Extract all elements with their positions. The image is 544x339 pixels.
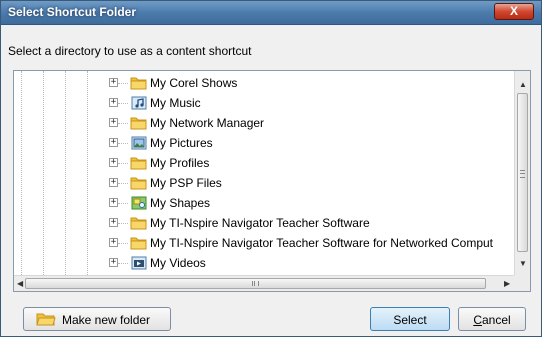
tree-row[interactable]: + My Profiles [14, 153, 514, 173]
make-new-folder-button[interactable]: Make new folder [23, 307, 171, 331]
tree-connector [118, 223, 128, 224]
tree-connector [118, 163, 128, 164]
new-folder-icon [36, 313, 56, 326]
tree-item-label: My Videos [150, 256, 206, 270]
dialog-title: Select Shortcut Folder [8, 5, 137, 19]
expand-icon[interactable]: + [109, 138, 118, 147]
close-icon: X [509, 4, 518, 18]
tree-row[interactable]: + My Corel Shows [14, 73, 514, 93]
tree-item-label: My TI-Nspire Navigator Teacher Software [150, 216, 370, 230]
tree-connector [118, 263, 128, 264]
horizontal-scrollbar[interactable]: ◀ ▶ [14, 275, 516, 291]
scrollbar-corner [514, 275, 530, 291]
select-label: Select [393, 313, 427, 327]
tree-item-label: My Music [150, 96, 201, 110]
cancel-label: Cancel [473, 313, 511, 327]
directory-tree: + My Corel Shows + My Music + My Network… [13, 70, 531, 292]
expand-icon[interactable]: + [109, 238, 118, 247]
folder-icon [130, 217, 147, 230]
scroll-up-icon[interactable]: ▲ [519, 81, 527, 89]
tree-row[interactable]: + My Music [14, 93, 514, 113]
expand-icon[interactable]: + [109, 158, 118, 167]
tree-connector [118, 103, 128, 104]
tree-item-label: My TI-Nspire Navigator Teacher Software … [150, 236, 494, 250]
scroll-right-icon[interactable]: ▶ [504, 280, 510, 288]
expand-icon[interactable]: + [109, 178, 118, 187]
folder-icon [130, 77, 147, 90]
expand-icon[interactable]: + [109, 258, 118, 267]
tree-row[interactable]: + My Shapes [14, 193, 514, 213]
title-bar[interactable]: Select Shortcut Folder X [1, 1, 541, 25]
tree-row[interactable]: + My PSP Files [14, 173, 514, 193]
tree-item-label: My Pictures [150, 136, 213, 150]
folder-icon [130, 237, 147, 250]
tree-row[interactable]: + My TI-Nspire Navigator Teacher Softwar… [14, 233, 514, 253]
expand-icon[interactable]: + [109, 98, 118, 107]
expand-icon[interactable]: + [109, 78, 118, 87]
tree-row[interactable]: + My Videos [14, 253, 514, 273]
folder-icon [130, 157, 147, 170]
expand-icon[interactable]: + [109, 118, 118, 127]
horizontal-scroll-thumb[interactable] [25, 278, 486, 289]
videos-folder-icon [131, 256, 147, 270]
pictures-folder-icon [131, 136, 147, 150]
select-button[interactable]: Select [370, 307, 450, 331]
music-folder-icon [131, 96, 147, 110]
instruction-text: Select a directory to use as a content s… [8, 44, 252, 58]
scroll-left-icon[interactable]: ◀ [17, 280, 23, 288]
expand-icon[interactable]: + [109, 198, 118, 207]
shapes-folder-icon [131, 196, 147, 210]
tree-item-label: My PSP Files [150, 176, 222, 190]
tree-row[interactable]: + My Pictures [14, 133, 514, 153]
tree-row[interactable]: + My Network Manager [14, 113, 514, 133]
tree-item-label: My Corel Shows [150, 76, 238, 90]
vertical-scrollbar[interactable]: ▲ ▼ [514, 71, 530, 277]
tree-view: + My Corel Shows + My Music + My Network… [14, 71, 514, 277]
close-button[interactable]: X [494, 3, 534, 20]
folder-icon [130, 177, 147, 190]
tree-connector [118, 183, 128, 184]
tree-item-label: My Shapes [150, 196, 211, 210]
tree-connector [118, 143, 128, 144]
tree-row[interactable]: + My TI-Nspire Navigator Teacher Softwar… [14, 213, 514, 233]
grip-icon [252, 281, 259, 286]
vertical-scroll-thumb[interactable] [517, 93, 528, 252]
tree-connector [118, 243, 128, 244]
folder-icon [130, 117, 147, 130]
make-new-folder-label: Make new folder [62, 313, 151, 327]
grip-icon [520, 170, 525, 178]
scroll-down-icon[interactable]: ▼ [519, 260, 527, 268]
tree-connector [118, 83, 128, 84]
tree-item-label: My Profiles [150, 156, 210, 170]
expand-icon[interactable]: + [109, 218, 118, 227]
select-shortcut-folder-dialog: Select Shortcut Folder X Select a direct… [0, 0, 542, 337]
cancel-button[interactable]: Cancel [458, 307, 526, 331]
tree-connector [118, 123, 128, 124]
tree-item-label: My Network Manager [150, 116, 265, 130]
tree-connector [118, 203, 128, 204]
